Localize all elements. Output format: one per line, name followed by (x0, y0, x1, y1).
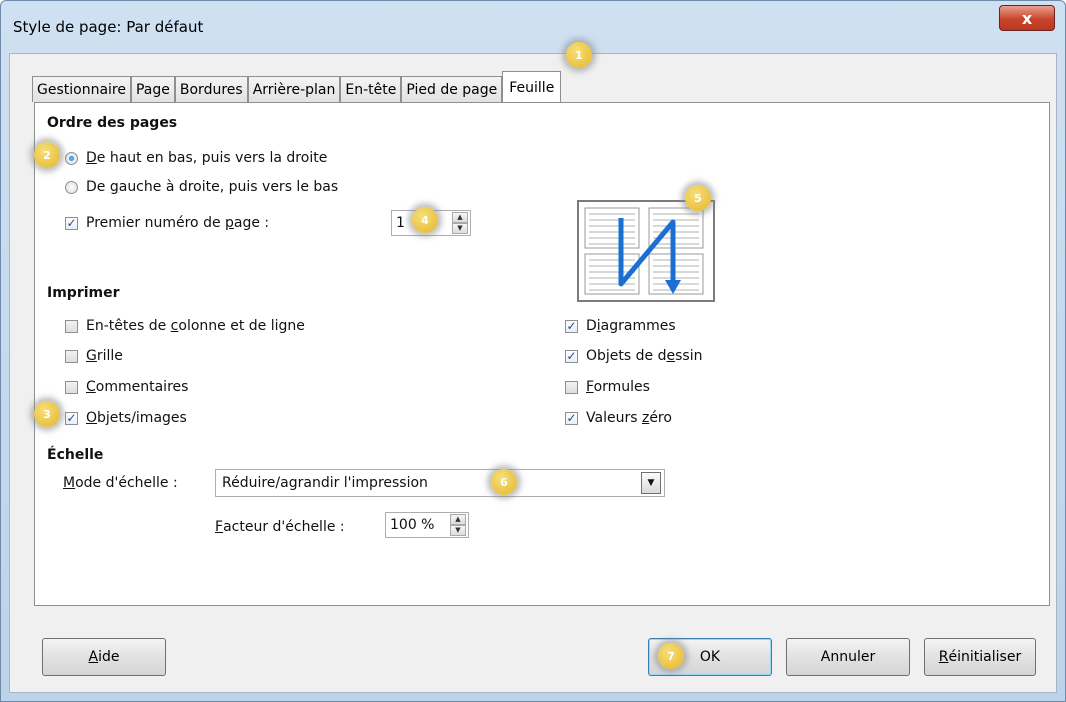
spin-up-icon[interactable]: ▲ (452, 212, 468, 223)
window-title: Style de page: Par défaut (13, 18, 204, 36)
checkbox-checked[interactable]: ✓ (65, 411, 78, 425)
checkbox-label: En-têtes de colonne et de ligne (86, 318, 305, 334)
scale-factor-label: Facteur d'échelle : (215, 519, 345, 535)
scale-mode-dropdown[interactable]: Réduire/agrandir l'impression ▼ (215, 469, 665, 497)
checkbox-label: Objets de dessin (586, 348, 703, 364)
checkbox-label: Premier numéro de page : (86, 215, 270, 231)
tab-arriere-plan[interactable]: Arrière-plan (247, 76, 341, 102)
dialog-window: Style de page: Par défaut x Gestionnaire… (0, 0, 1066, 702)
tab-panel-feuille: Ordre des pages De haut en bas, puis ver… (34, 102, 1050, 606)
callout-badge-4: 4 (412, 207, 438, 233)
spinner-value[interactable]: 100 % (386, 517, 450, 533)
radio-top-to-bottom[interactable]: De haut en bas, puis vers la droite (65, 150, 327, 166)
print-heading: Imprimer (47, 285, 120, 301)
checkbox-unchecked[interactable] (65, 380, 78, 394)
page-order-preview-image (577, 200, 715, 302)
reset-button[interactable]: Réinitialiser (924, 638, 1036, 676)
checkbox-checked[interactable]: ✓ (565, 319, 578, 333)
callout-badge-7: 7 (658, 643, 684, 669)
checkbox-comments[interactable]: Commentaires (65, 379, 188, 395)
tab-page[interactable]: Page (130, 76, 175, 102)
spin-down-icon[interactable]: ▼ (450, 525, 466, 536)
checkbox-zero-values[interactable]: ✓ Valeurs zéro (565, 410, 672, 426)
checkbox-label: Formules (586, 379, 650, 395)
checkbox-unchecked[interactable] (565, 380, 578, 394)
help-button[interactable]: Aide (42, 638, 166, 676)
tab-feuille[interactable]: Feuille (502, 71, 562, 103)
callout-badge-5: 5 (685, 185, 711, 211)
radio-label: De haut en bas, puis vers la droite (86, 150, 328, 166)
dropdown-value: Réduire/agrandir l'impression (222, 475, 428, 491)
close-icon: x (1021, 8, 1033, 28)
checkbox-label: Objets/images (86, 410, 187, 426)
tab-en-tete[interactable]: En-tête (340, 76, 402, 102)
checkbox-checked[interactable]: ✓ (565, 411, 578, 425)
tab-gestionnaire[interactable]: Gestionnaire (32, 76, 131, 102)
checkbox-formulas[interactable]: Formules (565, 379, 650, 395)
radio-label: De gauche à droite, puis vers le bas (86, 179, 339, 195)
checkbox-column-row-headers[interactable]: En-têtes de colonne et de ligne (65, 318, 305, 334)
checkbox-label: Valeurs zéro (586, 410, 672, 426)
title-bar: Style de page: Par défaut x (1, 1, 1065, 53)
checkbox-checked[interactable]: ✓ (565, 349, 578, 363)
tab-bordures[interactable]: Bordures (174, 76, 248, 102)
spin-arrows[interactable]: ▲ ▼ (450, 514, 466, 536)
scale-heading: Échelle (47, 447, 104, 463)
checkbox-grid[interactable]: Grille (65, 348, 123, 364)
radio-left-to-right[interactable]: De gauche à droite, puis vers le bas (65, 179, 338, 195)
checkbox-unchecked[interactable] (65, 349, 78, 363)
spin-up-icon[interactable]: ▲ (450, 514, 466, 525)
spin-arrows[interactable]: ▲ ▼ (452, 212, 468, 234)
radio-button-selected[interactable] (65, 151, 78, 165)
page-order-heading: Ordre des pages (47, 115, 178, 131)
radio-button[interactable] (65, 180, 78, 194)
checkbox-checked[interactable]: ✓ (65, 216, 78, 230)
tab-bar: Gestionnaire Page Bordures Arrière-plan … (32, 71, 562, 103)
close-button[interactable]: x (999, 5, 1055, 31)
spin-down-icon[interactable]: ▼ (452, 223, 468, 234)
callout-badge-2: 2 (34, 142, 60, 168)
callout-badge-1: 1 (566, 42, 592, 68)
checkbox-first-page-number[interactable]: ✓ Premier numéro de page : (65, 215, 269, 231)
checkbox-unchecked[interactable] (65, 319, 78, 333)
chevron-down-icon[interactable]: ▼ (641, 472, 661, 494)
scale-mode-label: Mode d'échelle : (63, 475, 178, 491)
checkbox-label: Diagrammes (586, 318, 676, 334)
tab-pied-de-page[interactable]: Pied de page (401, 76, 503, 102)
checkbox-charts[interactable]: ✓ Diagrammes (565, 318, 676, 334)
checkbox-label: Commentaires (86, 379, 189, 395)
checkbox-label: Grille (86, 348, 123, 364)
callout-badge-6: 6 (491, 469, 517, 495)
checkbox-objects-images[interactable]: ✓ Objets/images (65, 410, 187, 426)
checkbox-drawing-objects[interactable]: ✓ Objets de dessin (565, 348, 702, 364)
page-order-diagram (584, 207, 704, 295)
scale-factor-spinner[interactable]: 100 % ▲ ▼ (385, 512, 469, 538)
callout-badge-3: 3 (34, 401, 60, 427)
dialog-client-area: Gestionnaire Page Bordures Arrière-plan … (9, 53, 1057, 693)
cancel-button[interactable]: Annuler (786, 638, 910, 676)
